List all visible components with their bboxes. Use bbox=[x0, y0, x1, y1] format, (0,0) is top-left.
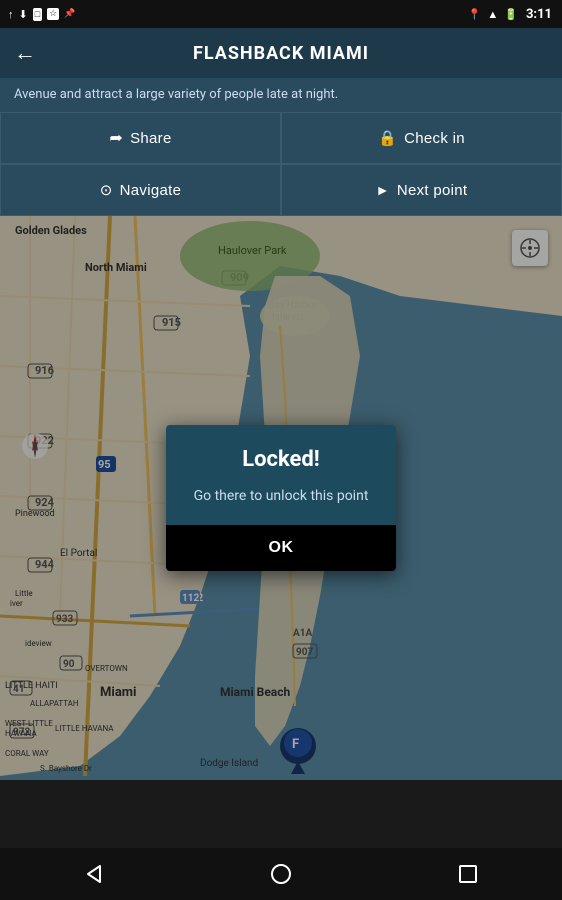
notif-icon-2: ⬇ bbox=[19, 8, 28, 21]
modal-title: Locked! bbox=[186, 447, 376, 472]
recents-nav-button[interactable] bbox=[444, 850, 492, 898]
share-button[interactable]: ➦ Share bbox=[0, 112, 281, 164]
action-row-2: ⊙ Navigate ► Next point bbox=[0, 164, 562, 216]
notif-icon-4: ☆ bbox=[47, 8, 59, 20]
modal-body: Locked! Go there to unlock this point bbox=[166, 425, 396, 525]
modal-ok-button[interactable]: OK bbox=[166, 525, 396, 571]
map-container: 916 922 924 909 915 944 112 bbox=[0, 216, 562, 848]
share-label: Share bbox=[130, 130, 172, 147]
notif-icon-3: □ bbox=[33, 8, 42, 21]
navigate-label: Navigate bbox=[120, 182, 182, 199]
back-button[interactable]: ← bbox=[14, 40, 36, 66]
navigate-button[interactable]: ⊙ Navigate bbox=[0, 164, 281, 216]
description-text: Avenue and attract a large variety of pe… bbox=[0, 78, 562, 112]
next-point-label: Next point bbox=[397, 182, 468, 199]
navigate-icon: ⊙ bbox=[100, 181, 113, 199]
share-icon: ➦ bbox=[109, 128, 123, 148]
notif-icon-1: ↑ bbox=[8, 8, 14, 21]
recents-nav-icon bbox=[456, 862, 480, 886]
location-icon: 📍 bbox=[468, 8, 482, 21]
lock-icon: 🔒 bbox=[378, 129, 397, 147]
status-bar: ↑ ⬇ □ ☆ 📌 📍 ▲ 🔋 3:11 bbox=[0, 0, 562, 28]
home-nav-button[interactable] bbox=[257, 850, 305, 898]
back-nav-button[interactable] bbox=[70, 850, 118, 898]
modal-overlay: Locked! Go there to unlock this point OK bbox=[0, 216, 562, 780]
page-title: FLASHBACK MIAMI bbox=[193, 43, 369, 64]
next-point-button[interactable]: ► Next point bbox=[281, 164, 562, 216]
notif-icon-5: 📌 bbox=[64, 9, 75, 19]
bottom-navigation bbox=[0, 848, 562, 900]
battery-icon: 🔋 bbox=[504, 8, 518, 21]
wifi-icon: ▲ bbox=[487, 8, 498, 21]
arrow-icon: ► bbox=[376, 182, 390, 198]
notification-icons: ↑ ⬇ □ ☆ 📌 bbox=[8, 8, 75, 21]
checkin-button[interactable]: 🔒 Check in bbox=[281, 112, 562, 164]
home-nav-icon bbox=[269, 862, 293, 886]
time-display: 3:11 bbox=[526, 7, 552, 22]
back-nav-icon bbox=[82, 862, 106, 886]
status-icons: 📍 ▲ 🔋 3:11 bbox=[468, 7, 552, 22]
checkin-label: Check in bbox=[404, 130, 465, 147]
app-header: ← FLASHBACK MIAMI bbox=[0, 28, 562, 78]
modal-message: Go there to unlock this point bbox=[186, 486, 376, 507]
locked-modal: Locked! Go there to unlock this point OK bbox=[166, 425, 396, 571]
action-row-1: ➦ Share 🔒 Check in bbox=[0, 112, 562, 164]
